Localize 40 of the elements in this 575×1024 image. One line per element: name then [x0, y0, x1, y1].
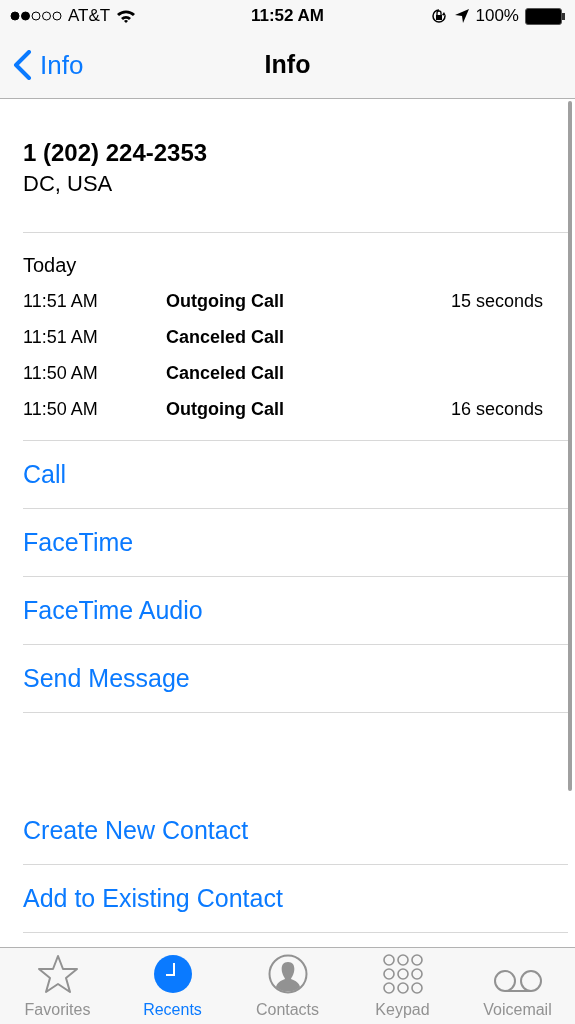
battery-icon [525, 7, 565, 25]
call-type: Outgoing Call [166, 289, 285, 313]
call-duration: 15 seconds [450, 289, 543, 313]
tab-item[interactable]: Recents [115, 948, 230, 1024]
nav-title: Info [264, 49, 311, 81]
tab-item[interactable]: Favorites [0, 948, 115, 1024]
call-type: Canceled Call [166, 361, 286, 385]
clock-time: 11:52 AM [250, 5, 325, 28]
action-link[interactable]: FaceTime [23, 523, 134, 562]
battery-percent: 100% [475, 5, 519, 28]
call-type: Outgoing Call [166, 397, 285, 421]
star-icon [36, 954, 79, 994]
action-link[interactable]: Send Message [23, 659, 190, 698]
carrier-name: AT&T [68, 5, 111, 28]
phone-number: 1 (202) 224-2353 [23, 137, 209, 168]
rotation-lock-icon [429, 7, 448, 25]
person-icon [267, 954, 308, 994]
clock-icon [152, 954, 193, 994]
date-heading: Today [23, 253, 78, 278]
tab-item[interactable]: Contacts [230, 948, 345, 1024]
tab-item[interactable]: Voicemail [460, 948, 575, 1024]
location-icon [453, 8, 470, 24]
wifi-icon [116, 9, 137, 23]
location-text: DC, USA [23, 169, 114, 198]
action-link[interactable]: Add to Existing Contact [23, 879, 283, 918]
call-time: 11:51 AM [23, 325, 99, 349]
call-time: 11:51 AM [23, 289, 99, 313]
action-link[interactable]: Create New Contact [23, 811, 249, 850]
keypad-icon [382, 954, 423, 994]
call-time: 11:50 AM [23, 361, 99, 385]
tab-item[interactable]: Keypad [345, 948, 460, 1024]
chevron-left-icon [12, 50, 32, 80]
action-link[interactable]: Call [23, 455, 67, 494]
back-button[interactable]: Info [0, 45, 84, 85]
call-duration: 16 seconds [450, 397, 543, 421]
action-link[interactable]: FaceTime Audio [23, 591, 203, 630]
voicemail-icon [492, 968, 543, 994]
call-time: 11:50 AM [23, 397, 99, 421]
signal-icon [10, 11, 62, 21]
call-type: Canceled Call [166, 325, 286, 349]
